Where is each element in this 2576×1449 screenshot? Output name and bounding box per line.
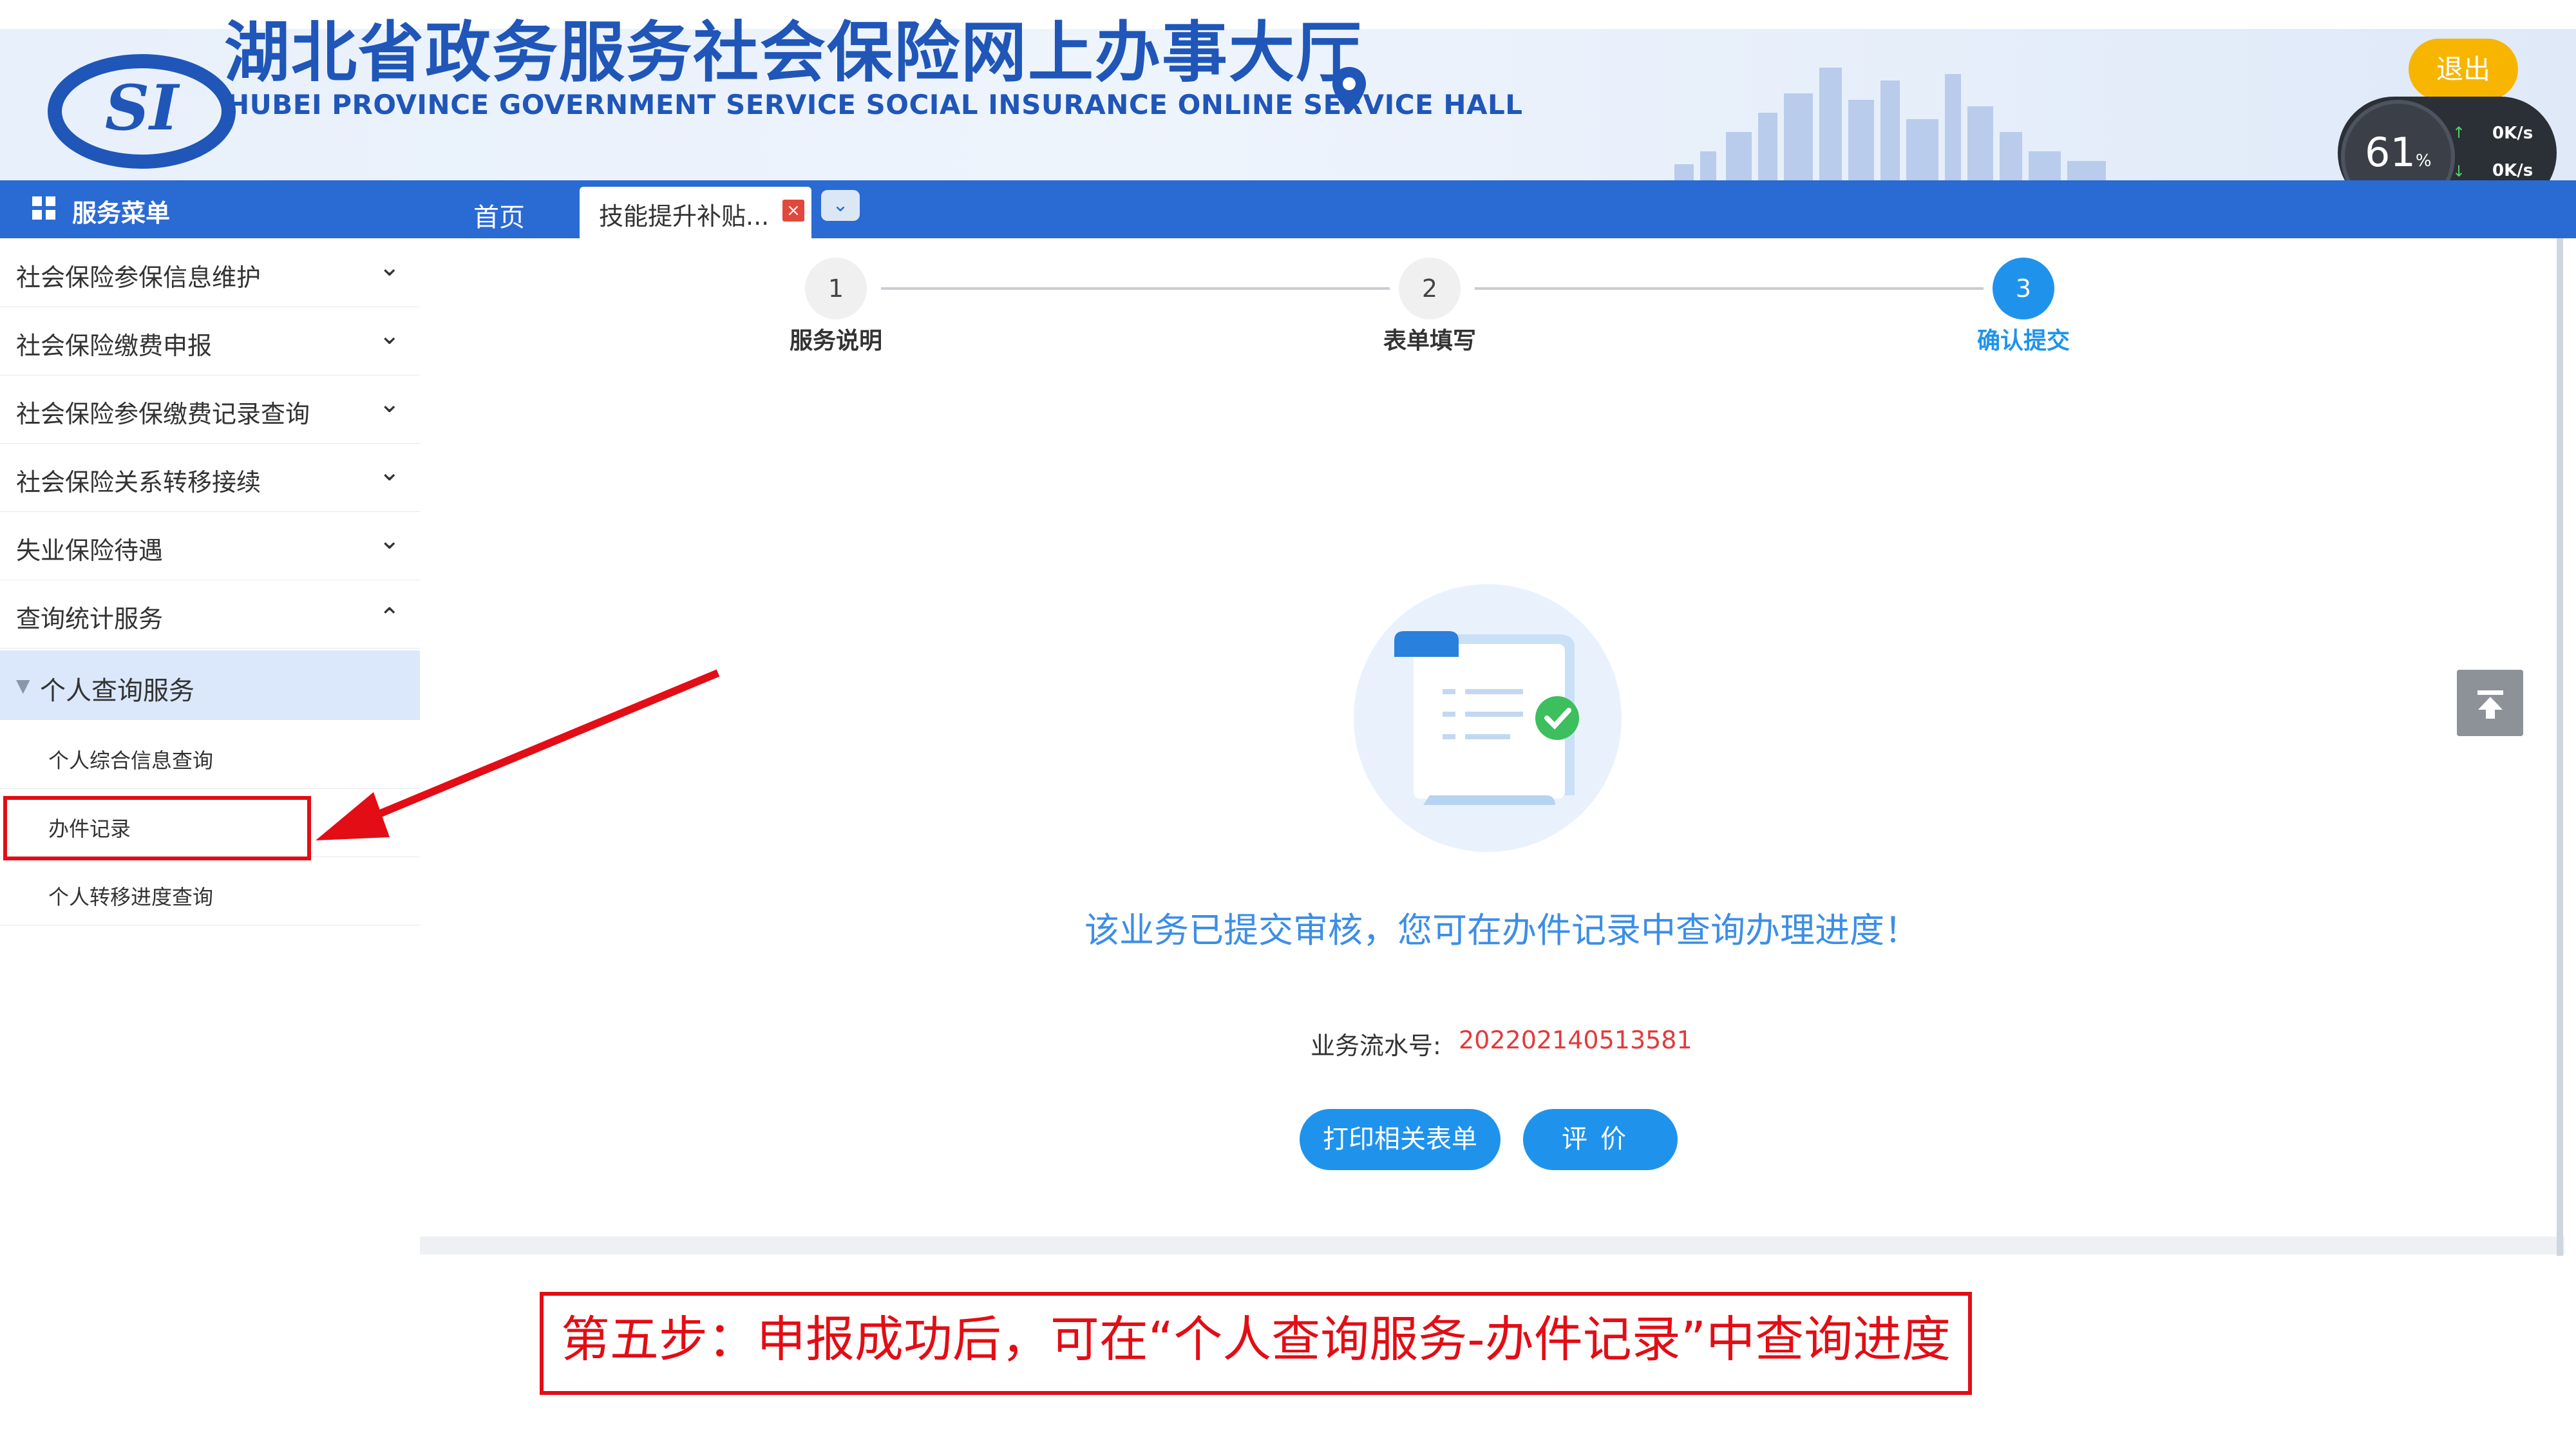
- chevron-up-icon: ⌃: [379, 603, 401, 632]
- speed-value: 61%: [2365, 129, 2432, 176]
- tab-home[interactable]: 首页: [473, 196, 525, 234]
- sidebar-item-label: 社会保险缴费申报: [16, 332, 213, 360]
- grid-menu-icon: [32, 196, 55, 220]
- annotation-arrow-icon: [316, 669, 720, 840]
- sidebar-item-label: 社会保险关系转移接续: [16, 468, 261, 497]
- tab-skill-subsidy-label: 技能提升补贴...: [599, 202, 770, 231]
- page-subtitle: HUBEI PROVINCE GOVERNMENT SERVICE SOCIAL…: [227, 89, 1523, 120]
- chevron-double-down-icon[interactable]: ⌄: [821, 190, 860, 221]
- tab-close-icon[interactable]: ×: [782, 200, 804, 222]
- chevron-down-icon: ⌄: [379, 321, 401, 350]
- sidebar-item-transfer-progress[interactable]: 个人转移进度查询: [0, 857, 420, 925]
- print-forms-button[interactable]: 打印相关表单: [1300, 1109, 1501, 1170]
- sidebar-item-label: 个人综合信息查询: [48, 748, 214, 773]
- sidebar-item-label: 社会保险参保信息维护: [16, 263, 261, 292]
- sidebar-group-label: 个人查询服务: [40, 676, 194, 706]
- upload-rate: 0K/s: [2492, 124, 2533, 143]
- step-3-circle: 3: [1993, 258, 2054, 319]
- chevron-down-icon: ⌄: [379, 252, 401, 282]
- step-connector: [1475, 287, 1984, 290]
- download-arrow-icon: ↓: [2452, 162, 2466, 180]
- download-rate: 0K/s: [2492, 161, 2533, 180]
- sidebar-item-payment-declare[interactable]: 社会保险缴费申报 ⌄: [0, 307, 420, 375]
- chevron-down-icon: ⌄: [379, 526, 401, 555]
- content-footer-bar: [420, 1236, 2564, 1255]
- location-pin-icon[interactable]: [1330, 64, 1368, 116]
- chevron-down-icon: ⌄: [379, 389, 401, 419]
- step-1-circle: 1: [805, 258, 867, 319]
- chevron-down-icon: ⌄: [379, 457, 401, 487]
- submitted-document-icon: [1354, 584, 1622, 852]
- step-2-circle: 2: [1399, 258, 1461, 319]
- sidebar-item-payment-records[interactable]: 社会保险参保缴费记录查询 ⌄: [0, 375, 420, 444]
- page-title: 湖北省政务服务社会保险网上办事大厅: [224, 15, 1363, 91]
- sidebar-item-transfer[interactable]: 社会保险关系转移接续 ⌄: [0, 443, 420, 512]
- step-1-label: 服务说明: [789, 328, 882, 354]
- step-2-label: 表单填写: [1383, 328, 1476, 354]
- success-message: 该业务已提交审核，您可在办件记录中查询办理进度！: [1084, 910, 1919, 951]
- scrollbar[interactable]: [2557, 238, 2563, 1256]
- sidebar-item-unemployment[interactable]: 失业保险待遇 ⌄: [0, 511, 420, 580]
- service-menu-title: 服务菜单: [72, 199, 171, 227]
- back-to-top-icon[interactable]: [2457, 670, 2523, 736]
- triangle-down-icon: ▼: [16, 675, 30, 696]
- upload-arrow-icon: ↑: [2452, 124, 2466, 142]
- sidebar-item-label: 社会保险参保缴费记录查询: [16, 400, 310, 428]
- sidebar-item-label: 个人转移进度查询: [48, 885, 214, 909]
- city-skyline-icon: [1674, 68, 2106, 180]
- sidebar-item-label: 失业保险待遇: [16, 536, 164, 565]
- logout-button[interactable]: 退出: [2409, 39, 2518, 100]
- sidebar-item-query-stats[interactable]: 查询统计服务 ⌃: [0, 580, 420, 649]
- step-caption: 第五步：申报成功后，可在“个人查询服务-办件记录”中查询进度: [560, 1311, 1951, 1368]
- serial-number-label: 业务流水号:: [1311, 1032, 1441, 1060]
- nav-bar: [0, 180, 2576, 238]
- step-3-label: 确认提交: [1976, 328, 2070, 354]
- serial-number-value: 202202140513581: [1459, 1026, 1692, 1054]
- sidebar-item-label: 查询统计服务: [16, 605, 164, 633]
- sidebar-item-insured-info[interactable]: 社会保险参保信息维护 ⌄: [0, 238, 420, 307]
- si-logo-icon: SI: [48, 54, 236, 169]
- svg-text:SI: SI: [105, 71, 180, 144]
- evaluate-button[interactable]: 评价: [1523, 1109, 1678, 1170]
- highlight-box: [3, 796, 311, 860]
- step-connector: [881, 287, 1390, 290]
